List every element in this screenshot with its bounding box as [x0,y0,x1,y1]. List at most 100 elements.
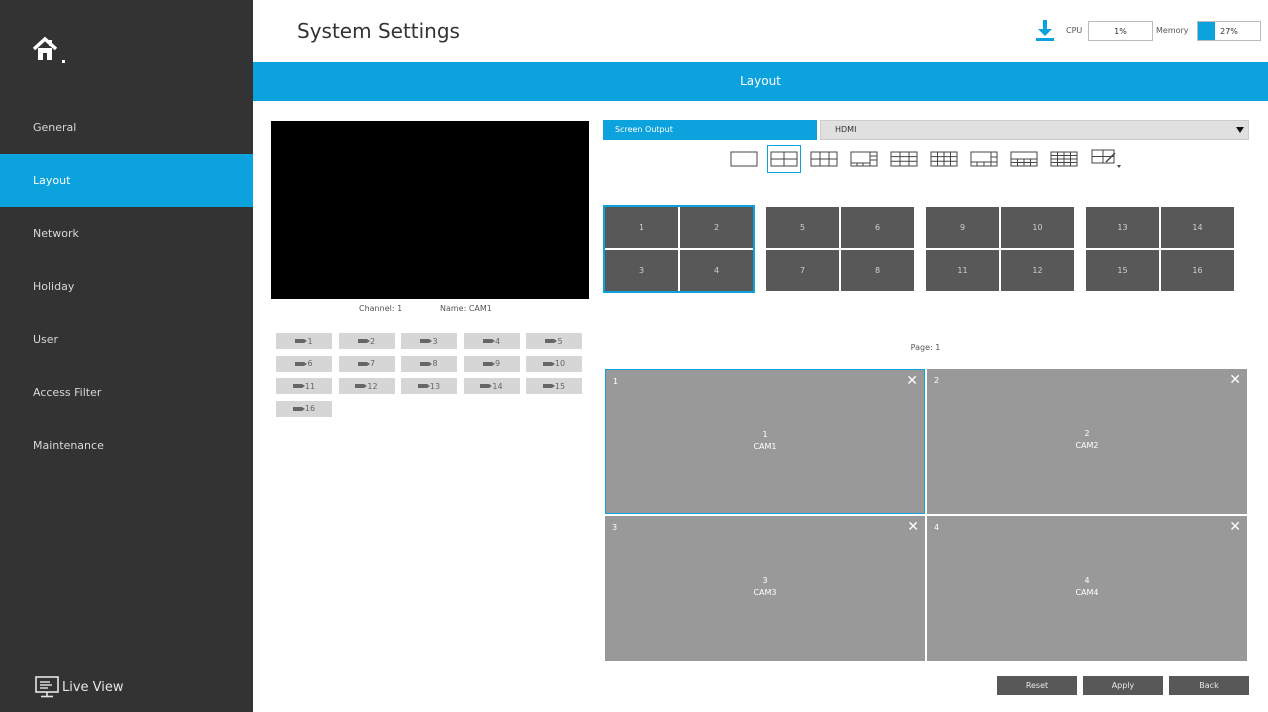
close-icon[interactable]: ✕ [906,373,918,389]
pane-info: 3 CAM3 [605,575,925,599]
camera-icon [480,384,493,388]
channel-button[interactable]: 10 [526,355,582,372]
sidebar-item-network[interactable]: Network [0,207,253,260]
channel-group-cell[interactable]: 11 [926,250,999,291]
camera-icon [355,384,368,388]
channel-button-label: 11 [304,381,316,391]
sidebar-item-general[interactable]: General [0,101,253,154]
pane-number: 1 [613,377,619,386]
reset-button[interactable]: Reset [997,676,1077,695]
channel-button-label: 2 [369,336,376,346]
channel-button[interactable]: 14 [463,378,520,394]
channel-button[interactable]: 3 [401,333,457,349]
sidebar-item-maintenance[interactable]: Maintenance [0,419,253,472]
layout-13-split-icon [970,151,998,167]
layout-option-1-split[interactable] [727,145,761,173]
cpu-value: 1% [1114,26,1127,36]
pane-camera-name: CAM1 [753,442,777,451]
layout-pane-4[interactable]: 4 ✕ 4 CAM4 [927,516,1247,661]
pane-number: 4 [934,523,940,532]
screen-output-label: Screen Output [603,120,817,140]
channel-group-cell[interactable]: 12 [1001,250,1074,291]
layout-option-8-split[interactable] [847,145,881,173]
channel-button[interactable]: 12 [338,378,395,394]
page-title: System Settings [297,19,460,43]
layout-option-custom[interactable] [1089,145,1123,173]
channel-button[interactable]: 11 [276,378,332,394]
close-icon[interactable]: ✕ [1229,372,1241,388]
layout-pane-2[interactable]: 2 ✕ 2 CAM2 [927,369,1247,514]
live-view-button[interactable]: Live View [34,673,124,701]
layout-12-split-icon [930,151,958,167]
close-icon[interactable]: ✕ [907,519,919,535]
section-title-bar: Layout [253,62,1268,101]
channel-button-label: 5 [557,336,563,346]
pane-info: 4 CAM4 [927,575,1247,599]
channel-button-label: 15 [554,381,566,391]
channel-group-cell[interactable]: 3 [605,250,678,291]
close-icon[interactable]: ✕ [1229,519,1241,535]
sidebar-item-holiday[interactable]: Holiday [0,260,253,313]
memory-value: 27% [1220,26,1238,36]
channel-button[interactable]: 16 [276,400,332,417]
channel-button[interactable]: 13 [401,378,457,394]
channel-group-cell[interactable]: 8 [841,250,914,291]
channel-group-cell[interactable]: 16 [1161,250,1234,291]
channel-button-label: 7 [369,359,376,368]
channel-button-label: 12 [367,381,378,391]
live-view-label: Live View [62,679,124,695]
layout-9-split-icon [890,151,918,167]
download-icon[interactable] [1035,19,1055,43]
camera-icon [357,361,370,366]
channel-group-cell[interactable]: 2 [680,207,753,248]
layout-option-4-split[interactable] [767,145,801,173]
back-button[interactable]: Back [1169,676,1249,695]
channel-group-cell[interactable]: 14 [1161,207,1234,248]
channel-button[interactable]: 1 [276,333,332,349]
channel-button[interactable]: 4 [463,333,520,349]
channel-button[interactable]: 8 [401,355,457,372]
channel-group-3[interactable]: 9 10 11 12 [924,205,1076,293]
sidebar: General Layout Network Holiday User Acce… [0,0,253,712]
apply-button[interactable]: Apply [1083,676,1163,695]
channel-group-cell[interactable]: 9 [926,207,999,248]
layout-pane-1[interactable]: 1 ✕ 1 CAM1 [605,369,925,514]
layout-pane-3[interactable]: 3 ✕ 3 CAM3 [605,516,925,661]
channel-button[interactable]: 5 [526,333,582,349]
channel-group-cell[interactable]: 10 [1001,207,1074,248]
channel-group-cell[interactable]: 1 [605,207,678,248]
channel-group-cell[interactable]: 15 [1086,250,1159,291]
channel-button-label: 4 [494,336,501,346]
channel-button[interactable]: 2 [338,333,395,349]
channel-group-cell[interactable]: 5 [766,207,839,248]
camera-icon [420,361,433,366]
home-icon[interactable] [32,36,76,66]
layout-option-6-split[interactable] [807,145,841,173]
channel-button[interactable]: 7 [338,355,395,372]
screen-output-select[interactable]: HDMI [820,120,1249,140]
channel-group-4[interactable]: 13 14 15 16 [1084,205,1236,293]
sidebar-item-layout[interactable]: Layout [0,154,253,207]
channel-group-1[interactable]: 1234 [603,205,755,293]
layout-option-12-split[interactable] [927,145,961,173]
layout-14-split-icon [1010,151,1038,167]
screen-output-value: HDMI [835,125,857,134]
channel-group-cell[interactable]: 13 [1086,207,1159,248]
channel-button[interactable]: 15 [526,378,582,394]
layout-option-14-split[interactable] [1007,145,1041,173]
preview-channel-text: Channel: 1 [359,304,403,313]
layout-option-16-split[interactable] [1047,145,1081,173]
channel-group-cell[interactable]: 4 [680,250,753,291]
channel-button-label: 13 [429,381,441,391]
channel-group-cell[interactable]: 7 [766,250,839,291]
channel-button-label: 1 [307,336,313,346]
channel-button[interactable]: 6 [276,355,332,372]
channel-group-2[interactable]: 5678 [764,205,916,293]
sidebar-item-access-filter[interactable]: Access Filter [0,366,253,419]
channel-group-cell[interactable]: 6 [841,207,914,248]
camera-icon [357,339,370,343]
channel-button[interactable]: 9 [463,355,520,372]
layout-option-9-split[interactable] [887,145,921,173]
sidebar-item-user[interactable]: User [0,313,253,366]
layout-option-13-split[interactable] [967,145,1001,173]
